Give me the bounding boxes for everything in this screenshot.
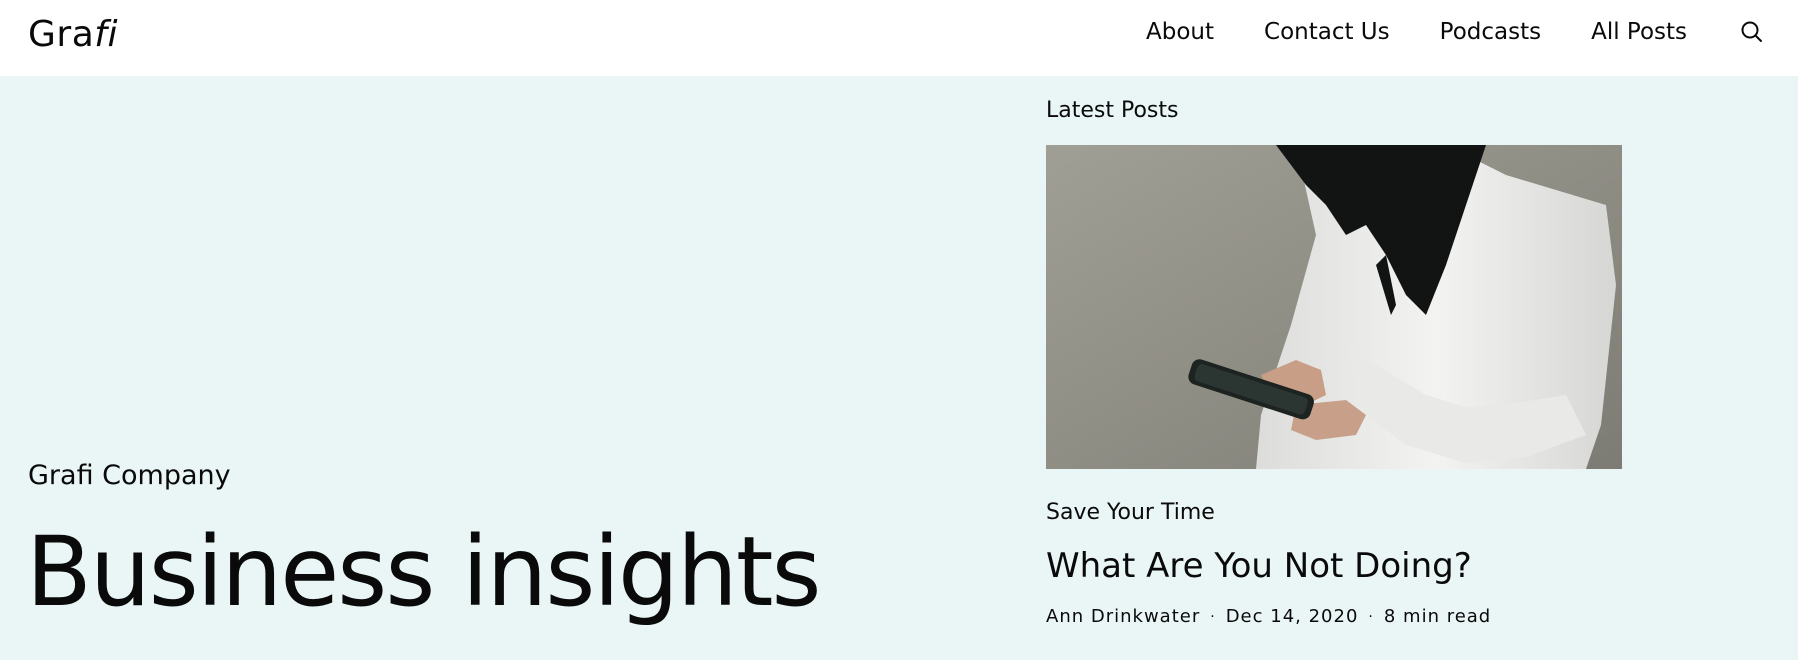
main-content: Grafi Company Business insights Latest P… bbox=[0, 76, 1798, 660]
search-button[interactable] bbox=[1739, 19, 1765, 45]
post-category[interactable]: Save Your Time bbox=[1046, 500, 1215, 525]
latest-posts-label: Latest Posts bbox=[1046, 98, 1179, 123]
logo-italic: fi bbox=[94, 14, 118, 55]
nav-contact-us[interactable]: Contact Us bbox=[1264, 19, 1390, 45]
post-photo bbox=[1046, 145, 1622, 469]
post-date: Dec 14, 2020 bbox=[1225, 606, 1359, 627]
post-author[interactable]: Ann Drinkwater bbox=[1046, 606, 1200, 627]
logo-regular: Gra bbox=[28, 14, 95, 55]
company-name: Grafi Company bbox=[28, 460, 231, 491]
main-nav: About Contact Us Podcasts All Posts bbox=[1146, 19, 1765, 45]
meta-separator: · bbox=[1368, 608, 1374, 625]
post-image[interactable] bbox=[1046, 145, 1622, 469]
nav-about[interactable]: About bbox=[1146, 19, 1214, 45]
post-meta: Ann Drinkwater · Dec 14, 2020 · 8 min re… bbox=[1046, 606, 1491, 627]
post-title-link[interactable]: What Are You Not Doing? bbox=[1046, 546, 1472, 586]
site-logo[interactable]: Grafi bbox=[28, 14, 118, 55]
search-icon bbox=[1741, 21, 1763, 42]
nav-all-posts[interactable]: All Posts bbox=[1591, 19, 1687, 45]
meta-separator: · bbox=[1210, 608, 1216, 625]
hero-title: Business insights bbox=[26, 516, 821, 628]
nav-podcasts[interactable]: Podcasts bbox=[1440, 19, 1541, 45]
post-title: What Are You Not Doing? bbox=[1046, 546, 1472, 586]
post-read-time: 8 min read bbox=[1383, 606, 1492, 627]
site-header: Grafi About Contact Us Podcasts All Post… bbox=[0, 0, 1798, 76]
